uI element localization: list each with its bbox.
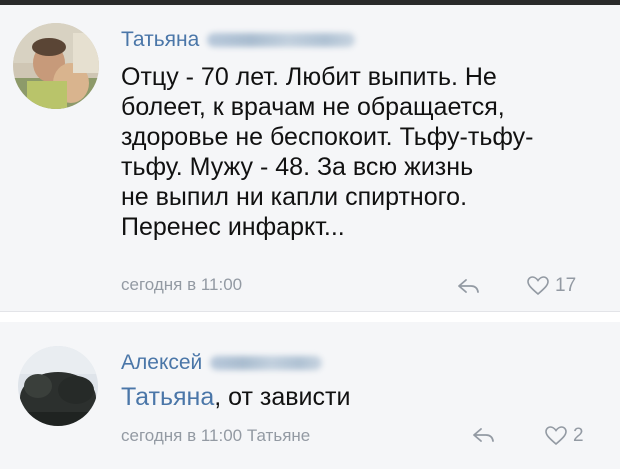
like-count: 17 (555, 275, 577, 296)
comment-text-line: не выпил ни капли спиртного. (121, 183, 468, 211)
reply-arrow-icon[interactable] (457, 278, 481, 294)
comment-item: Татьяна Отцу - 70 лет. Любит выпить. Не … (0, 5, 620, 311)
blurred-surname (210, 356, 323, 371)
comment-text-line: болеет, к врачам не обращается, (121, 93, 505, 121)
comment-divider (0, 311, 620, 322)
comment-text-body: , от зависти (214, 383, 351, 411)
comment-text: Отцу - 70 лет. Любит выпить. Не болеет, … (121, 62, 533, 242)
comment-text-line: Отцу - 70 лет. Любит выпить. Не (121, 63, 497, 91)
comment-timestamp[interactable]: сегодня в 11:00 Татьяне (121, 426, 310, 446)
comment-text-line: тьфу. Мужу - 48. За всю жизнь (121, 153, 474, 181)
comment-text-line: здоровье не беспокоит. Тьфу-тьфу- (121, 123, 534, 151)
like-button[interactable]: 17 (527, 275, 576, 297)
avatar[interactable] (13, 23, 99, 109)
author-name[interactable]: Татьяна (121, 28, 199, 51)
mention-link[interactable]: Татьяна (121, 383, 214, 411)
blurred-surname (207, 33, 356, 48)
comment-text: Татьяна, от зависти (121, 382, 350, 412)
comment-author[interactable]: Татьяна (121, 28, 356, 52)
like-count: 2 (573, 425, 584, 446)
heart-icon (545, 426, 567, 446)
like-button[interactable]: 2 (545, 425, 584, 447)
author-name[interactable]: Алексей (121, 351, 202, 374)
comment-text-line: Перенес инфаркт... (121, 213, 345, 241)
comment-author[interactable]: Алексей (121, 351, 323, 375)
avatar[interactable] (18, 346, 98, 426)
reply-arrow-icon[interactable] (472, 427, 496, 443)
comment-timestamp[interactable]: сегодня в 11:00 (121, 275, 242, 295)
comment-item: Алексей Татьяна, от зависти сегодня в 11… (0, 322, 620, 469)
heart-icon (527, 276, 549, 296)
